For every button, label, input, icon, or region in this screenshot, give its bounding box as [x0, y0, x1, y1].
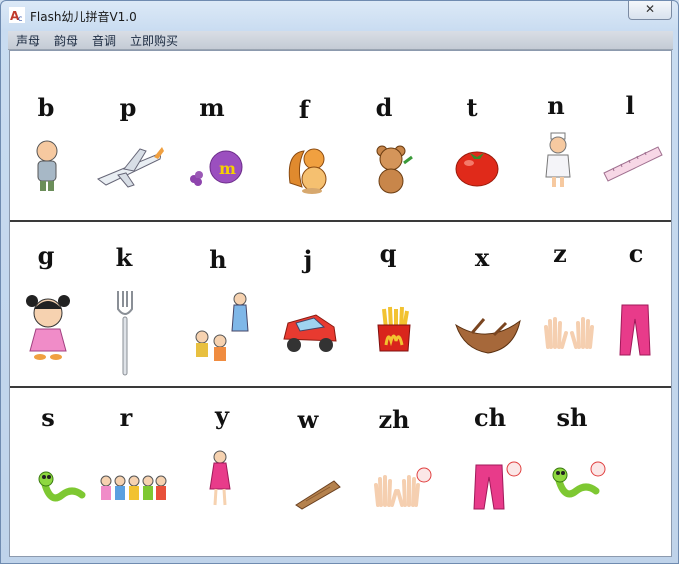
letter-b[interactable]: b [38, 93, 55, 122]
letter-m[interactable]: m [199, 93, 224, 122]
letter-w[interactable]: w [298, 405, 319, 434]
fork-icon[interactable] [116, 289, 134, 377]
toy-car-icon[interactable] [280, 309, 340, 355]
menu-buy-now[interactable]: 立即购买 [130, 32, 178, 49]
row-divider [10, 220, 671, 222]
wooden-stick-icon[interactable] [294, 477, 342, 511]
hands-icon[interactable] [542, 313, 596, 349]
hands-with-ball-icon[interactable] [372, 465, 432, 507]
row-divider [10, 386, 671, 388]
tomato-icon[interactable] [454, 147, 500, 187]
bear-icon[interactable] [372, 143, 414, 195]
ruler-icon[interactable] [602, 143, 664, 187]
letter-f[interactable]: f [299, 95, 309, 124]
airplane-icon[interactable] [96, 145, 164, 189]
close-button[interactable]: ✕ [628, 1, 672, 20]
letter-sh[interactable]: sh [557, 403, 588, 432]
letter-y[interactable]: y [215, 401, 229, 430]
menu-bar: 声母 韵母 音调 立即购买 [8, 31, 673, 50]
letter-d[interactable]: d [376, 93, 393, 122]
app-logo-icon: A c [9, 7, 25, 23]
boat-icon[interactable] [454, 315, 522, 355]
menu-tones[interactable]: 音调 [92, 32, 116, 49]
app-window: A c Flash幼儿拼音V1.0 ✕ 声母 韵母 音调 立即购买 b p m … [0, 0, 679, 564]
snake-with-ball-icon[interactable] [550, 459, 608, 507]
girl-in-dress-icon[interactable] [208, 449, 232, 509]
letter-n[interactable]: n [547, 91, 564, 120]
letter-t[interactable]: t [466, 93, 477, 122]
letter-g[interactable]: g [38, 241, 55, 270]
letter-l[interactable]: l [625, 91, 634, 120]
letter-h[interactable]: h [209, 245, 226, 274]
girl-icon[interactable] [24, 291, 72, 361]
letter-k[interactable]: k [116, 243, 133, 272]
kids-group-icon[interactable] [98, 473, 168, 509]
nurse-icon[interactable] [544, 131, 572, 189]
title-bar[interactable]: A c Flash幼儿拼音V1.0 ✕ [1, 1, 678, 29]
letter-ch[interactable]: ch [474, 403, 506, 432]
letter-r[interactable]: r [120, 403, 133, 432]
snake-icon[interactable] [36, 471, 86, 511]
boy-figure-icon[interactable] [32, 139, 62, 194]
pants-icon[interactable] [618, 303, 652, 357]
menu-initials[interactable]: 声母 [16, 32, 40, 49]
grapes-icon[interactable]: m [186, 149, 244, 189]
content-area: b p m f d t n l m g k h j q x z c s r y … [9, 50, 672, 557]
window-title: Flash幼儿拼音V1.0 [30, 10, 137, 24]
svg-text:c: c [18, 14, 22, 23]
letter-q[interactable]: q [380, 239, 397, 268]
svg-text:m: m [219, 159, 236, 178]
letter-j[interactable]: j [304, 245, 313, 274]
letter-zh[interactable]: zh [378, 405, 409, 434]
letter-z[interactable]: z [553, 239, 567, 268]
pants-with-ball-icon[interactable] [472, 459, 524, 511]
menu-finals[interactable]: 韵母 [54, 32, 78, 49]
drinking-children-icon[interactable] [190, 291, 252, 369]
letter-s[interactable]: s [41, 403, 55, 432]
letter-x[interactable]: x [475, 243, 489, 272]
letter-p[interactable]: p [120, 93, 137, 122]
french-fries-icon[interactable] [374, 305, 414, 353]
letter-c[interactable]: c [629, 239, 644, 268]
squirrel-icon[interactable] [286, 143, 332, 195]
